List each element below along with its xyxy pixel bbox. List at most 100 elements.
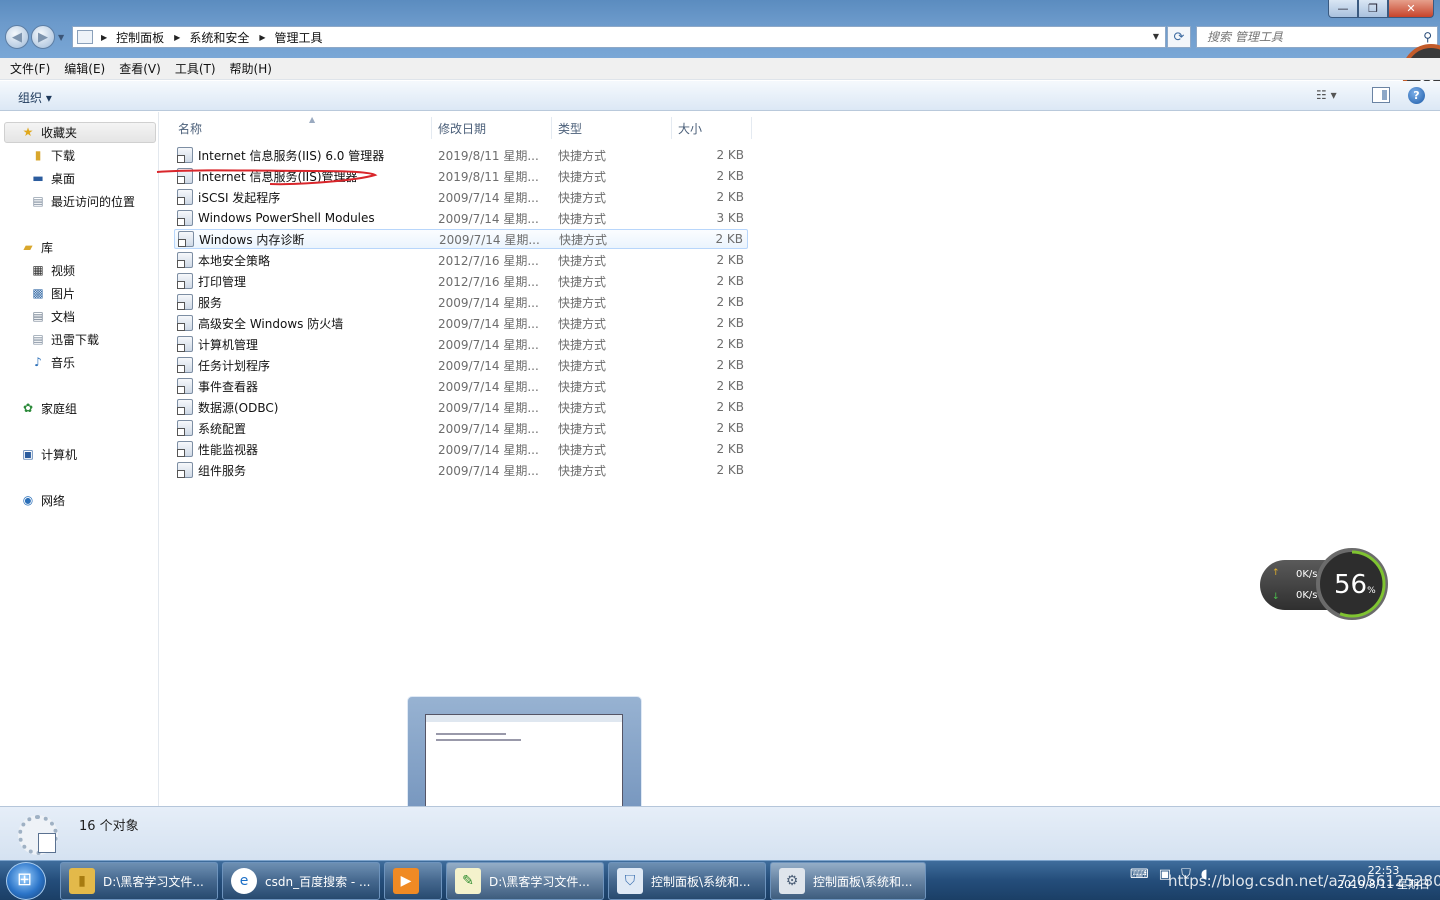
sidebar-item-computer[interactable]: ▣ 计算机 — [20, 444, 77, 464]
file-date: 2009/7/14 星期... — [438, 358, 539, 373]
sidebar-item-downloads[interactable]: ▮ 下载 — [30, 145, 75, 165]
breadcrumb-separator[interactable]: ▶ — [174, 33, 180, 42]
task-explorer-hacker-1[interactable]: ▮ D:\黑客学习文件... — [60, 862, 218, 900]
file-name: iSCSI 发起程序 — [198, 190, 281, 205]
column-header-name[interactable]: 名称 ▲ — [172, 115, 432, 139]
search-icon[interactable]: ⚲ — [1423, 30, 1432, 44]
task-label: D:\黑客学习文件... — [489, 874, 590, 889]
sidebar-item-homegroup[interactable]: ✿ 家庭组 — [20, 398, 77, 418]
column-label: 名称 — [178, 121, 203, 136]
breadcrumb-separator[interactable]: ▶ — [259, 33, 265, 42]
minimize-button[interactable]: — — [1328, 0, 1358, 18]
notepad-icon: ✎ — [455, 868, 481, 894]
sidebar-item-label: 桌面 — [51, 171, 76, 186]
menu-file[interactable]: 文件(F) — [4, 60, 56, 77]
breadcrumb-system-security[interactable]: 系统和安全 — [189, 29, 249, 46]
task-notepad-hacker[interactable]: ✎ D:\黑客学习文件... — [446, 862, 604, 900]
file-row[interactable]: 本地安全策略 2012/7/16 星期... 快捷方式 2 KB — [174, 250, 748, 270]
file-row[interactable]: 任务计划程序 2009/7/14 星期... 快捷方式 2 KB — [174, 355, 748, 375]
search-box[interactable]: ⚲ — [1196, 26, 1438, 48]
file-type: 快捷方式 — [558, 211, 607, 226]
file-row[interactable]: 事件查看器 2009/7/14 星期... 快捷方式 2 KB — [174, 376, 748, 396]
file-type: 快捷方式 — [558, 253, 607, 268]
sidebar-item-music[interactable]: ♪ 音乐 — [30, 352, 75, 372]
file-row[interactable]: Internet 信息服务(IIS) 6.0 管理器 2019/8/11 星期..… — [174, 145, 748, 165]
breadcrumb-separator[interactable]: ▶ — [101, 33, 107, 42]
column-header-size[interactable]: 大小 — [672, 117, 752, 139]
file-row[interactable]: Windows PowerShell Modules 2009/7/14 星期..… — [174, 208, 748, 228]
menu-edit[interactable]: 编辑(E) — [58, 60, 111, 77]
sidebar-item-desktop[interactable]: ▬ 桌面 — [30, 168, 75, 188]
search-input[interactable] — [1197, 27, 1407, 47]
help-button[interactable]: ? — [1408, 87, 1425, 104]
sidebar-item-libraries[interactable]: ▰ 库 — [20, 237, 53, 257]
file-row[interactable]: Windows 内存诊断 2009/7/14 星期... 快捷方式 2 KB — [174, 229, 748, 249]
sidebar-item-xunlei-downloads[interactable]: ▤ 迅雷下载 — [30, 329, 99, 349]
file-name: 性能监视器 — [198, 442, 259, 457]
sidebar-item-recent-places[interactable]: ▤ 最近访问的位置 — [30, 191, 135, 211]
file-row[interactable]: 组件服务 2009/7/14 星期... 快捷方式 2 KB — [174, 460, 748, 480]
task-control-panel-2[interactable]: ⚙ 控制面板\系统和... — [770, 862, 926, 900]
recent-pages-dropdown[interactable]: ▼ — [58, 33, 64, 42]
library-icon: ▰ — [23, 240, 33, 254]
file-row[interactable]: 系统配置 2009/7/14 星期... 快捷方式 2 KB — [174, 418, 748, 438]
sidebar-item-favorites[interactable]: ★ 收藏夹 — [20, 122, 77, 142]
file-row[interactable]: 打印管理 2012/7/16 星期... 快捷方式 2 KB — [174, 271, 748, 291]
desktop-icon: ▬ — [32, 171, 44, 185]
file-type: 快捷方式 — [558, 463, 607, 478]
file-row[interactable]: 数据源(ODBC) 2009/7/14 星期... 快捷方式 2 KB — [174, 397, 748, 417]
maximize-button[interactable]: ❐ — [1358, 0, 1388, 18]
start-button[interactable] — [6, 862, 46, 900]
admin-tools-icon — [18, 815, 58, 855]
sidebar-item-network[interactable]: ◉ 网络 — [20, 490, 65, 510]
sidebar-item-documents[interactable]: ▤ 文档 — [30, 306, 75, 326]
file-name: 计算机管理 — [198, 337, 259, 352]
address-dropdown-icon[interactable]: ▼ — [1153, 32, 1159, 41]
task-label: 控制面板\系统和... — [813, 874, 913, 889]
download-speed: 0K/s — [1296, 590, 1318, 601]
column-header-type[interactable]: 类型 — [552, 117, 672, 139]
file-size: 2 KB — [716, 421, 744, 435]
task-media-player[interactable]: ▶ — [384, 862, 442, 900]
sidebar-item-pictures[interactable]: ▩ 图片 — [30, 283, 75, 303]
music-icon: ♪ — [34, 355, 42, 369]
annotation-underline — [156, 169, 378, 186]
back-button[interactable]: ◀ — [5, 25, 29, 49]
refresh-icon: ⟳ — [1173, 29, 1185, 45]
sidebar-item-videos[interactable]: ▦ 视频 — [30, 260, 75, 280]
shortcut-icon — [177, 147, 193, 163]
file-row[interactable]: 性能监视器 2009/7/14 星期... 快捷方式 2 KB — [174, 439, 748, 459]
ie-icon: e — [231, 868, 257, 894]
shortcut-icon — [177, 420, 193, 436]
file-type: 快捷方式 — [558, 400, 607, 415]
details-pane: 16 个对象 — [0, 806, 1440, 860]
arrow-left-icon: ◀ — [12, 29, 22, 45]
address-bar[interactable]: ▶ 控制面板 ▶ 系统和安全 ▶ 管理工具 ▼ — [72, 26, 1166, 48]
breadcrumb-control-panel[interactable]: 控制面板 — [116, 29, 164, 46]
column-header-date[interactable]: 修改日期 — [432, 117, 552, 139]
menu-view[interactable]: 查看(V) — [113, 60, 167, 77]
shortcut-icon — [177, 315, 193, 331]
menu-help[interactable]: 帮助(H) — [224, 60, 278, 77]
preview-pane-button[interactable] — [1372, 87, 1390, 103]
file-type: 快捷方式 — [558, 148, 607, 163]
file-row[interactable]: 服务 2009/7/14 星期... 快捷方式 2 KB — [174, 292, 748, 312]
organize-button[interactable]: 组织 ▾ — [12, 87, 58, 108]
sidebar-item-label: 文档 — [51, 309, 76, 324]
refresh-button[interactable]: ⟳ — [1167, 26, 1191, 48]
watermark: https://blog.csdn.net/a720561252803 — [1168, 872, 1440, 890]
task-ie-csdn[interactable]: e csdn_百度搜索 - ... — [222, 862, 380, 900]
task-control-panel-1[interactable]: ⛉ 控制面板\系统和... — [608, 862, 766, 900]
menu-tools[interactable]: 工具(T) — [169, 60, 222, 77]
breadcrumb-admin-tools[interactable]: 管理工具 — [275, 29, 323, 46]
file-list: 名称 ▲ 修改日期 类型 大小 Internet 信息服务(IIS) 6.0 管… — [160, 112, 1440, 806]
change-view-button[interactable]: ☷ ▾ — [1316, 88, 1337, 102]
keyboard-icon[interactable]: ⌨ — [1130, 867, 1149, 882]
close-button[interactable]: ✕ — [1388, 0, 1434, 18]
forward-button[interactable]: ▶ — [31, 25, 55, 49]
folder-icon: ▤ — [32, 332, 44, 346]
file-row[interactable]: 计算机管理 2009/7/14 星期... 快捷方式 2 KB — [174, 334, 748, 354]
file-date: 2009/7/14 星期... — [438, 400, 539, 415]
sidebar-item-label: 库 — [41, 240, 54, 255]
file-row[interactable]: 高级安全 Windows 防火墙 2009/7/14 星期... 快捷方式 2 KB — [174, 313, 748, 333]
